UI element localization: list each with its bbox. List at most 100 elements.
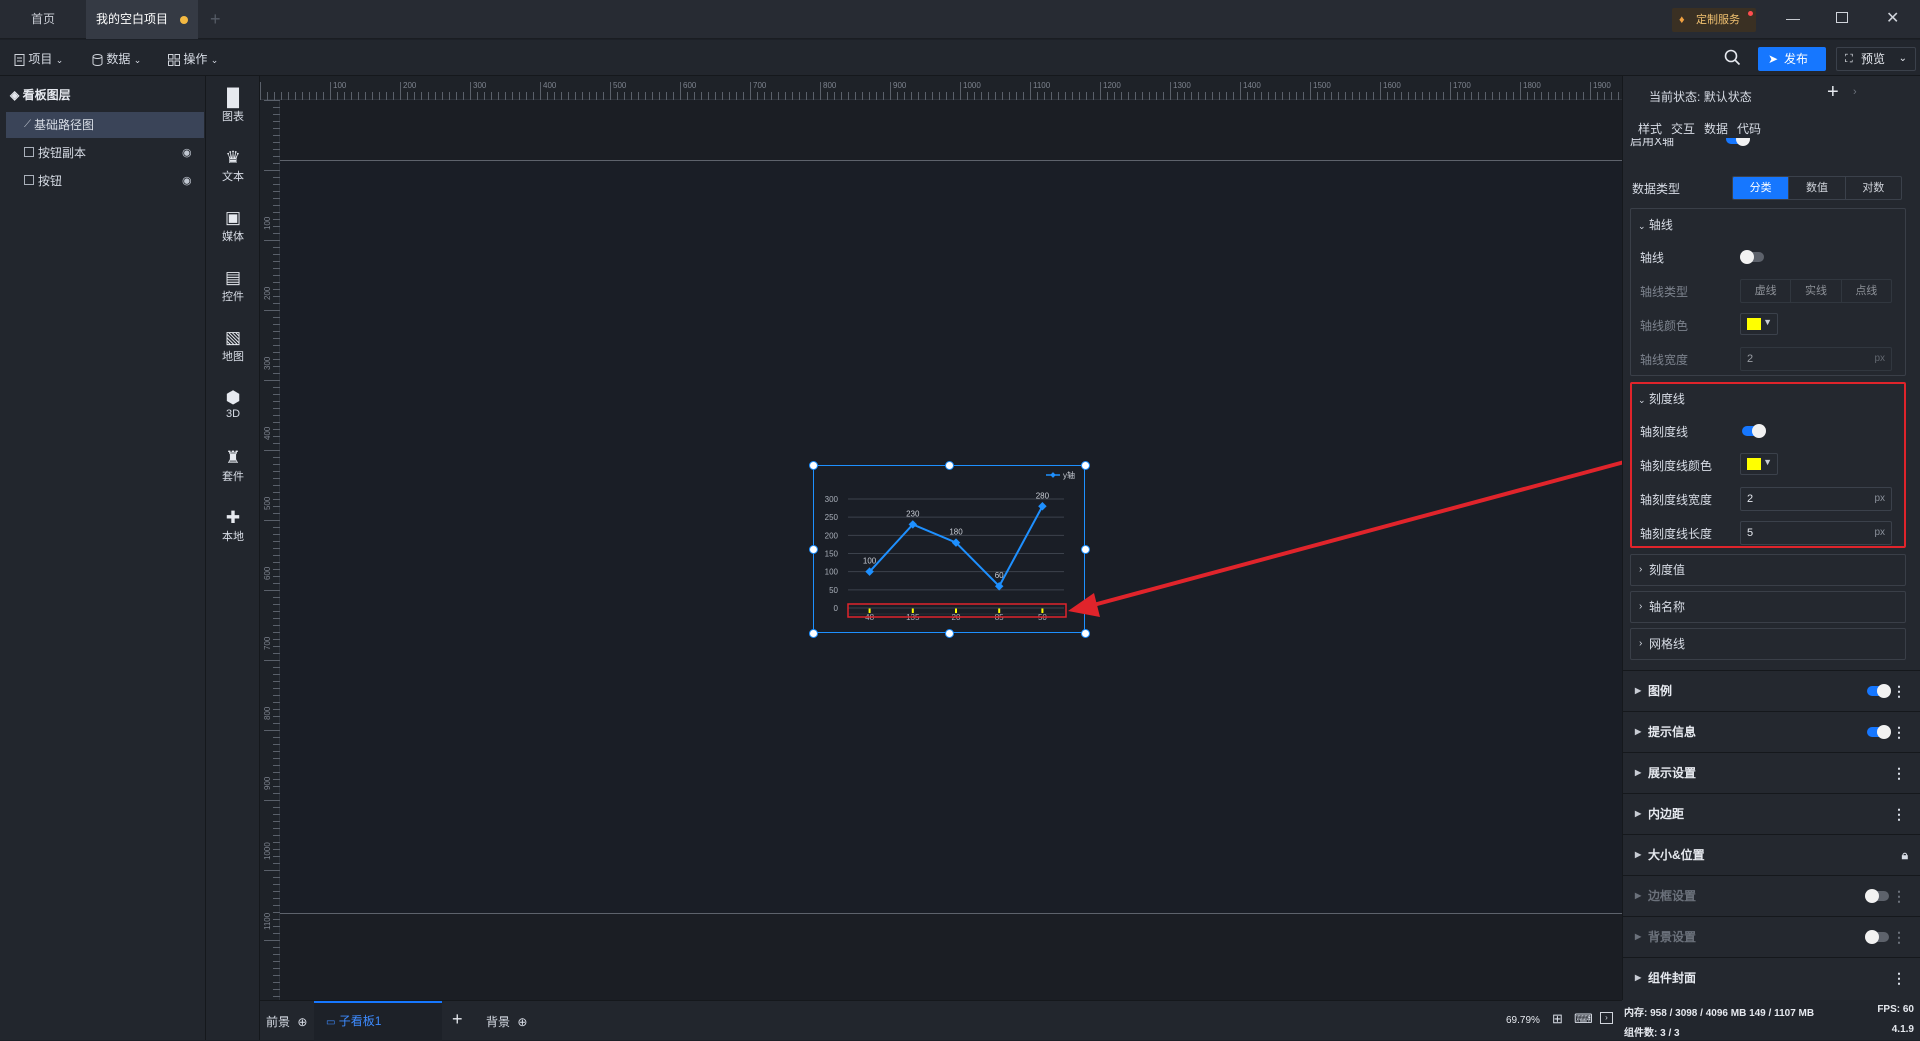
- tool-suite[interactable]: ♜ 套件: [206, 448, 260, 484]
- more-icon[interactable]: ⋮: [1892, 876, 1906, 916]
- tool-text[interactable]: ♛ 文本: [206, 148, 260, 184]
- background-tab[interactable]: 背景 ⊕: [486, 1013, 527, 1030]
- layer-item[interactable]: ⟋ 基础路径图: [6, 112, 204, 138]
- add-circle-icon[interactable]: ⊕: [297, 1015, 307, 1029]
- tab-home[interactable]: 首页: [0, 0, 86, 39]
- axis-line-header[interactable]: ⌄ 轴线: [1638, 216, 1673, 233]
- section-padding[interactable]: ▶ 内边距 ⋮: [1622, 793, 1920, 833]
- border-toggle[interactable]: [1865, 889, 1889, 903]
- layer-item[interactable]: 按钮 ◉: [6, 168, 204, 194]
- option-dashed[interactable]: 虚线: [1741, 280, 1792, 302]
- axis-name-group[interactable]: › 轴名称: [1630, 591, 1906, 623]
- tab-data[interactable]: 数据: [1704, 120, 1728, 137]
- foreground-tab[interactable]: 前景 ⊕: [266, 1013, 307, 1030]
- section-background[interactable]: ▶ 背景设置 ⋮: [1622, 916, 1920, 956]
- chevron-right-icon: ›: [1639, 564, 1643, 575]
- chart-component[interactable]: 0 50 100 150 200 250 300 48 135 20 85 50 100 230 180 60…: [813, 465, 1085, 633]
- restore-icon[interactable]: [1836, 12, 1848, 23]
- tick-line-width-input[interactable]: 2 px: [1740, 487, 1892, 511]
- section-tooltip[interactable]: ▶ 提示信息 ⋮: [1622, 711, 1920, 751]
- tick-line-width-label: 轴刻度线宽度: [1640, 493, 1713, 507]
- data-menu[interactable]: 数据 ⌄: [92, 48, 141, 70]
- zoom-level[interactable]: 69.79%: [1506, 1015, 1540, 1026]
- add-board-icon[interactable]: +: [452, 1009, 463, 1030]
- option-value[interactable]: 数值: [1789, 177, 1846, 199]
- resize-handle[interactable]: [945, 461, 954, 470]
- operation-menu[interactable]: 操作 ⌄: [168, 48, 218, 70]
- section-border[interactable]: ▶ 边框设置 ⋮: [1622, 875, 1920, 915]
- tab-style[interactable]: 样式: [1638, 120, 1662, 137]
- tick-line-toggle[interactable]: [1742, 424, 1766, 438]
- resize-handle[interactable]: [809, 461, 818, 470]
- tick-line-length-input[interactable]: 5 px: [1740, 521, 1892, 545]
- option-log[interactable]: 对数: [1846, 177, 1901, 199]
- background-toggle[interactable]: [1865, 930, 1889, 944]
- tool-control[interactable]: ▤ 控件: [206, 268, 260, 304]
- chevron-right-icon[interactable]: ›: [1853, 86, 1857, 98]
- axis-line-type-selector[interactable]: 虚线 实线 点线: [1740, 279, 1892, 303]
- tick-line-header[interactable]: ⌄ 刻度线: [1638, 390, 1685, 407]
- section-legend[interactable]: ▶ 图例 ⋮: [1622, 670, 1920, 710]
- search-icon[interactable]: [1724, 49, 1741, 69]
- board-tab[interactable]: ▭ 子看板1: [314, 1001, 442, 1041]
- section-cover[interactable]: ▶ 组件封面 ⋮: [1622, 957, 1920, 1000]
- close-icon[interactable]: ✕: [1886, 8, 1899, 28]
- fps-status: FPS: 60: [1877, 1004, 1914, 1015]
- resize-handle[interactable]: [809, 545, 818, 554]
- line-chart: 05010015020025030048 135 20 85 5010023018060…: [825, 470, 1075, 622]
- custom-service-button[interactable]: ♦ 定制服务: [1672, 8, 1756, 32]
- tick-value-group[interactable]: › 刻度值: [1630, 554, 1906, 586]
- tool-media[interactable]: ▣ 媒体: [206, 208, 260, 244]
- keyboard-icon[interactable]: ⌨: [1574, 1011, 1593, 1027]
- tooltip-toggle[interactable]: [1867, 725, 1891, 739]
- resize-handle[interactable]: [945, 629, 954, 638]
- fit-screen-icon[interactable]: ⊞: [1552, 1011, 1563, 1027]
- layer-item[interactable]: 按钮副本 ◉: [6, 140, 204, 166]
- ruler-label: 1500: [1313, 81, 1331, 90]
- foreground-label: 前景: [266, 1015, 291, 1029]
- more-icon[interactable]: ⋮: [1892, 958, 1906, 998]
- tool-local[interactable]: ✚ 本地: [206, 508, 260, 544]
- project-menu[interactable]: 项目 ⌄: [14, 48, 63, 70]
- section-size-position[interactable]: ▶ 大小&位置 🔒︎: [1622, 834, 1920, 874]
- ruler-label: 800: [263, 706, 272, 720]
- hidden-eye-icon[interactable]: ◉: [182, 168, 192, 194]
- section-display[interactable]: ▶ 展示设置 ⋮: [1622, 752, 1920, 792]
- axis-line-toggle[interactable]: [1740, 250, 1764, 264]
- terminal-icon[interactable]: ›: [1600, 1012, 1613, 1024]
- hidden-eye-icon[interactable]: ◉: [182, 140, 192, 166]
- resize-handle[interactable]: [1081, 629, 1090, 638]
- more-icon[interactable]: ⋮: [1892, 917, 1906, 957]
- tab-code[interactable]: 代码: [1737, 120, 1761, 137]
- axis-line-color-picker[interactable]: ▼: [1740, 313, 1778, 335]
- more-icon[interactable]: ⋮: [1892, 671, 1906, 711]
- menu-bar: 项目 ⌄ 数据 ⌄ 操作 ⌄ ➤ 发布 ⛶ 预览 ⌄: [0, 40, 1920, 76]
- tab-project[interactable]: 我的空白项目: [86, 0, 198, 39]
- tab-interaction[interactable]: 交互: [1671, 120, 1695, 137]
- data-type-selector[interactable]: 分类 数值 对数: [1732, 176, 1902, 200]
- more-icon[interactable]: ⋮: [1892, 794, 1906, 834]
- lock-icon[interactable]: 🔒︎: [1902, 835, 1908, 875]
- option-dotted[interactable]: 点线: [1842, 280, 1891, 302]
- new-tab-icon[interactable]: +: [210, 9, 221, 30]
- tool-map[interactable]: ▧ 地图: [206, 328, 260, 364]
- minimize-icon[interactable]: —: [1786, 10, 1800, 26]
- add-circle-icon[interactable]: ⊕: [517, 1015, 527, 1029]
- preview-button[interactable]: ⛶ 预览 ⌄: [1836, 47, 1916, 71]
- enable-x-toggle[interactable]: [1726, 138, 1750, 146]
- legend-toggle[interactable]: [1867, 684, 1891, 698]
- resize-handle[interactable]: [809, 629, 818, 638]
- ruler-label: 500: [613, 81, 627, 90]
- tool-chart[interactable]: ▐▌ 图表: [206, 88, 260, 124]
- publish-button[interactable]: ➤ 发布: [1758, 47, 1826, 71]
- tick-line-color-picker[interactable]: ▼: [1740, 453, 1778, 475]
- tab-home-label: 首页: [30, 12, 55, 26]
- more-icon[interactable]: ⋮: [1892, 712, 1906, 752]
- more-icon[interactable]: ⋮: [1892, 753, 1906, 793]
- option-category[interactable]: 分类: [1733, 177, 1790, 199]
- tool-3d[interactable]: ⬢ 3D: [206, 388, 260, 420]
- add-state-icon[interactable]: +: [1827, 81, 1839, 104]
- axis-line-width-input[interactable]: 2 px: [1740, 347, 1892, 371]
- option-solid[interactable]: 实线: [1791, 280, 1842, 302]
- grid-line-group[interactable]: › 网格线: [1630, 628, 1906, 660]
